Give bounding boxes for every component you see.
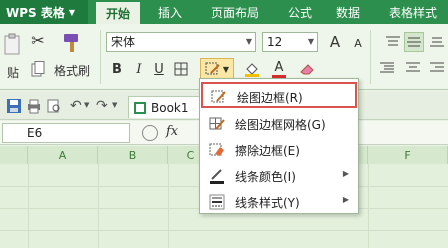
print-preview-icon[interactable]: [46, 98, 62, 114]
draw-border-icon: [211, 89, 227, 105]
chevron-right-icon: ▶: [342, 169, 349, 178]
column-line: [168, 164, 169, 248]
row-line: [0, 230, 448, 231]
menu-item-line-color[interactable]: 线条颜色(I) ▶: [201, 163, 357, 189]
line-color-icon: [209, 168, 225, 184]
line-style-icon: [209, 194, 225, 210]
cut-icon[interactable]: ✂: [28, 30, 48, 50]
print-icon[interactable]: [26, 98, 42, 114]
menu-item-draw-border-grid[interactable]: 绘图边框网格(G): [201, 111, 357, 137]
bold-button[interactable]: B: [108, 60, 126, 78]
font-name-select[interactable]: 宋体 ▼: [106, 32, 256, 52]
format-painter-icon[interactable]: [58, 30, 86, 56]
document-tab-label: Book1: [151, 100, 189, 115]
paste-label[interactable]: 贴: [0, 64, 26, 80]
draw-border-grid-icon: [209, 116, 225, 132]
menu-item-label: 擦除边框(E): [235, 144, 300, 158]
italic-button[interactable]: I: [130, 60, 148, 78]
align-top-icon[interactable]: [384, 34, 402, 50]
tab-table-style[interactable]: 表格样式: [378, 0, 448, 24]
menu-item-line-style[interactable]: 线条样式(Y) ▶: [201, 189, 357, 215]
app-menu-button[interactable]: WPS 表格 ▼: [0, 0, 88, 24]
tab-insert[interactable]: 插入: [150, 0, 190, 24]
menu-item-label: 绘图边框(R): [237, 91, 303, 105]
save-icon[interactable]: [6, 98, 22, 114]
copy-icon[interactable]: [30, 60, 46, 78]
menu-item-label: 线条颜色(I): [235, 170, 296, 184]
tab-page-layout[interactable]: 页面布局: [200, 0, 270, 24]
chevron-down-icon: ▼: [68, 7, 76, 17]
align-right-icon[interactable]: [428, 60, 446, 76]
tab-formulas[interactable]: 公式: [280, 0, 320, 24]
column-header[interactable]: B: [98, 146, 168, 164]
shrink-font-button[interactable]: A: [350, 34, 366, 52]
chevron-right-icon: ▶: [342, 195, 349, 204]
app-title: WPS 表格: [6, 5, 65, 20]
font-size-select[interactable]: 12 ▼: [262, 32, 318, 52]
column-line: [368, 164, 369, 248]
menu-item-draw-border[interactable]: 绘图边框(R): [201, 82, 357, 108]
column-line: [98, 164, 99, 248]
title-bar: WPS 表格 ▼ 开始 插入 页面布局 公式 数据 表格样式: [0, 0, 448, 24]
chevron-down-icon[interactable]: ▼: [112, 101, 128, 117]
column-header[interactable]: F: [368, 146, 448, 164]
indent-icon[interactable]: [378, 60, 396, 76]
fill-color-icon[interactable]: [240, 60, 264, 78]
chevron-down-icon: ▼: [222, 64, 230, 74]
draw-border-dropdown-button[interactable]: ▼: [200, 58, 234, 80]
clear-format-icon[interactable]: [296, 60, 320, 78]
menu-item-label: 绘图边框网格(G): [235, 118, 326, 132]
redo-icon[interactable]: ↷: [96, 98, 112, 114]
format-painter-label[interactable]: 格式刷: [50, 62, 94, 78]
menu-item-label: 线条样式(Y): [235, 196, 300, 210]
underline-button[interactable]: U: [150, 60, 168, 78]
name-box[interactable]: E6: [2, 123, 130, 143]
grow-font-button[interactable]: A: [326, 32, 344, 52]
tab-home[interactable]: 开始: [96, 0, 140, 24]
align-center-icon[interactable]: [404, 60, 422, 76]
column-line: [28, 164, 29, 248]
align-middle-icon[interactable]: [404, 32, 424, 52]
font-color-glyph: A: [274, 59, 284, 75]
font-color-button[interactable]: A: [268, 58, 290, 80]
font-name-value: 宋体: [111, 35, 136, 49]
document-tab[interactable]: Book1: [128, 96, 208, 118]
tab-data[interactable]: 数据: [328, 0, 368, 24]
paste-icon[interactable]: [0, 30, 26, 58]
chevron-down-icon[interactable]: ▼: [246, 33, 252, 51]
fx-icon[interactable]: fx: [166, 124, 178, 139]
border-dropdown-menu: 绘图边框(R) 绘图边框网格(G) 擦除边框(E) 线条颜色(I) ▶ 线条样式…: [199, 78, 359, 214]
divider: [370, 30, 371, 84]
corner-cell[interactable]: [0, 146, 28, 164]
spreadsheet-icon: [134, 101, 146, 114]
align-bottom-icon[interactable]: [428, 34, 446, 50]
font-size-value: 12: [267, 35, 283, 49]
zoom-icon[interactable]: [142, 125, 158, 141]
column-header[interactable]: A: [28, 146, 98, 164]
menu-item-erase-border[interactable]: 擦除边框(E): [201, 137, 357, 163]
divider: [100, 30, 101, 84]
chevron-down-icon[interactable]: ▼: [308, 33, 314, 51]
border-icon[interactable]: [172, 60, 190, 78]
eraser-icon: [209, 142, 225, 158]
